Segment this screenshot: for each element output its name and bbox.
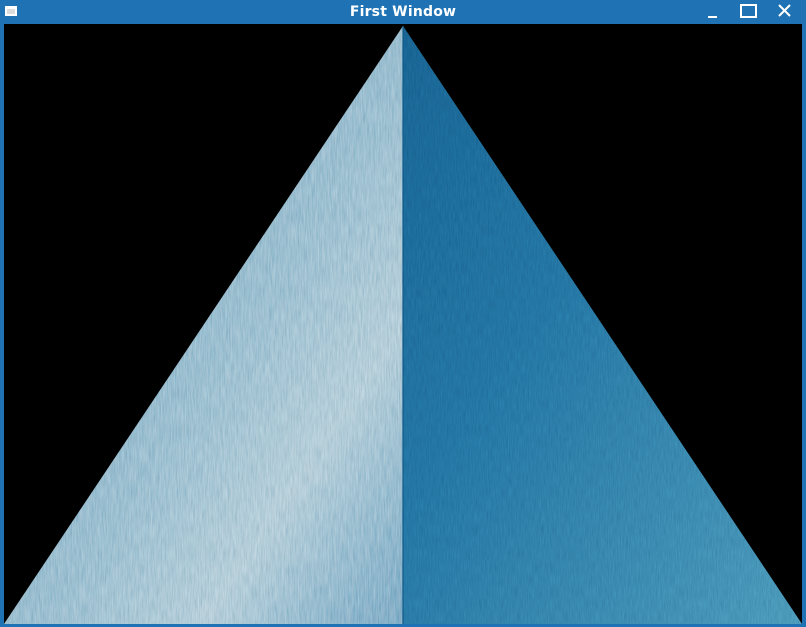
pyramid-scene bbox=[4, 24, 802, 624]
window-title: First Window bbox=[349, 4, 457, 20]
application-window: First Window bbox=[0, 0, 806, 627]
window-controls bbox=[690, 2, 798, 22]
close-icon bbox=[778, 4, 791, 17]
minimize-icon bbox=[708, 16, 717, 18]
maximize-button[interactable] bbox=[736, 2, 762, 22]
render-canvas[interactable] bbox=[4, 24, 802, 624]
minimize-button[interactable] bbox=[700, 2, 726, 22]
title-bar[interactable]: First Window bbox=[0, 0, 806, 24]
close-button[interactable] bbox=[772, 2, 798, 22]
maximize-icon bbox=[740, 4, 757, 18]
